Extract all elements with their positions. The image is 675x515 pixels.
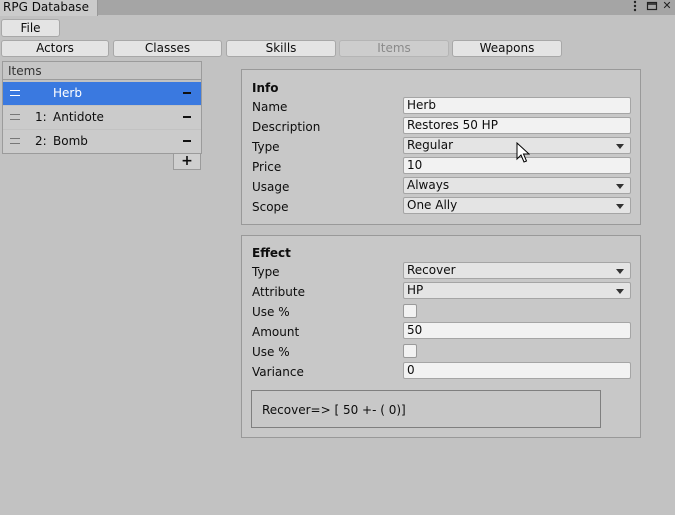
description-field[interactable]: Restores 50 HP: [403, 117, 631, 134]
list-item-name: Bomb: [53, 134, 88, 148]
usage-dropdown-value: Always: [407, 178, 450, 192]
usage-dropdown[interactable]: Always: [403, 177, 631, 194]
tab-items[interactable]: Items: [339, 40, 449, 57]
scope-dropdown[interactable]: One Ally: [403, 197, 631, 214]
usage-label: Usage: [252, 180, 290, 194]
use-percent-checkbox[interactable]: [403, 304, 417, 318]
price-label: Price: [252, 160, 282, 174]
scope-label: Scope: [252, 200, 289, 214]
use-percent-label: Use %: [252, 305, 290, 319]
effect-type-dropdown-value: Recover: [407, 263, 456, 277]
remove-item-icon[interactable]: [183, 92, 191, 94]
use-percent-label: Use %: [252, 345, 290, 359]
name-label: Name: [252, 100, 288, 114]
amount-label: Amount: [252, 325, 300, 339]
maximize-icon[interactable]: [646, 0, 658, 12]
mouse-cursor-icon: [516, 141, 531, 164]
chevron-down-icon: [616, 184, 624, 189]
tab-skills[interactable]: Skills: [226, 40, 336, 57]
amount-field[interactable]: 50: [403, 322, 631, 339]
attribute-dropdown-value: HP: [407, 283, 424, 297]
drag-handle-icon[interactable]: [10, 114, 20, 120]
list-item[interactable]: Herb: [3, 82, 201, 105]
tab-actors[interactable]: Actors: [1, 40, 109, 57]
list-item-index: 1:: [35, 110, 47, 124]
info-heading: Info: [252, 81, 279, 95]
close-icon[interactable]: ✕: [661, 0, 673, 12]
remove-item-icon[interactable]: [183, 116, 191, 118]
window-tab-strip: [0, 0, 675, 15]
tab-weapons[interactable]: Weapons: [452, 40, 562, 57]
file-menu-button[interactable]: File: [1, 19, 60, 37]
type-label: Type: [252, 140, 280, 154]
description-label: Description: [252, 120, 321, 134]
effect-type-label: Type: [252, 265, 280, 279]
variance-label: Variance: [252, 365, 304, 379]
chevron-down-icon: [616, 289, 624, 294]
list-item[interactable]: 2: Bomb: [3, 130, 201, 153]
chevron-down-icon: [616, 204, 624, 209]
list-item-name: Antidote: [53, 110, 104, 124]
name-field[interactable]: Herb: [403, 97, 631, 114]
attribute-label: Attribute: [252, 285, 305, 299]
use-percent-checkbox[interactable]: [403, 344, 417, 358]
effect-heading: Effect: [252, 246, 291, 260]
attribute-dropdown[interactable]: HP: [403, 282, 631, 299]
drag-handle-icon[interactable]: [10, 90, 20, 96]
window-title-tab[interactable]: RPG Database: [0, 0, 98, 16]
tab-classes[interactable]: Classes: [113, 40, 222, 57]
type-dropdown-value: Regular: [407, 138, 454, 152]
list-item[interactable]: 1: Antidote: [3, 106, 201, 129]
scope-dropdown-value: One Ally: [407, 198, 458, 212]
drag-handle-icon[interactable]: [10, 138, 20, 144]
add-item-button[interactable]: +: [173, 154, 201, 170]
kebab-menu-icon[interactable]: [630, 0, 640, 12]
list-item-name: Herb: [53, 86, 82, 100]
variance-field[interactable]: 0: [403, 362, 631, 379]
effect-type-dropdown[interactable]: Recover: [403, 262, 631, 279]
remove-item-icon[interactable]: [183, 140, 191, 142]
items-list-header: Items: [2, 61, 202, 80]
list-item-index: 2:: [35, 134, 47, 148]
effect-summary: Recover=> [ 50 +- ( 0)]: [251, 390, 601, 428]
chevron-down-icon: [616, 269, 624, 274]
chevron-down-icon: [616, 144, 624, 149]
